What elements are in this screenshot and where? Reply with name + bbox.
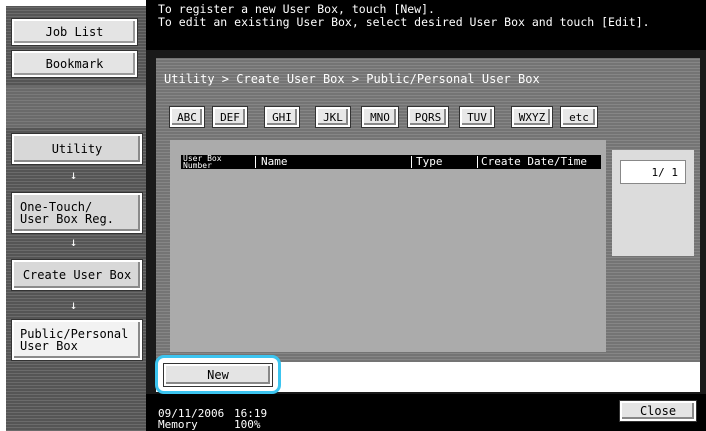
breadcrumb: Utility > Create User Box > Public/Perso… xyxy=(164,72,540,86)
close-button[interactable]: Close xyxy=(619,400,697,422)
nav-path-create-user-box-label: Create User Box xyxy=(22,268,132,282)
tab-jkl[interactable]: JKL xyxy=(315,106,351,128)
down-arrow-icon: ↓ xyxy=(70,298,78,312)
tab-wxyz[interactable]: WXYZ xyxy=(511,106,553,128)
memory-label: Memory xyxy=(158,418,198,431)
tab-ghi[interactable]: GHI xyxy=(264,106,300,128)
copier-screen: Job List Bookmark Utility ↓ One-Touch/ U… xyxy=(0,0,706,431)
nav-path-one-touch-label: One-Touch/ User Box Reg. xyxy=(20,200,114,226)
user-box-list xyxy=(170,140,606,352)
message-line-2: To edit an existing User Box, select des… xyxy=(158,15,650,29)
column-name: Name xyxy=(261,155,288,168)
tab-tuv[interactable]: TUV xyxy=(459,106,495,128)
sidebar-divider xyxy=(6,86,146,128)
nav-path-public-personal[interactable]: Public/Personal User Box xyxy=(11,319,143,361)
page-indicator: 1/ 1 xyxy=(620,160,686,184)
tab-mno[interactable]: MNO xyxy=(361,106,399,128)
nav-path-utility[interactable]: Utility xyxy=(11,133,143,165)
job-list-button[interactable]: Job List xyxy=(11,18,138,46)
column-create-date-time: Create Date/Time xyxy=(481,155,587,168)
new-button[interactable]: New xyxy=(163,363,273,387)
nav-path-utility-label: Utility xyxy=(51,142,103,156)
tab-abc[interactable]: ABC xyxy=(169,106,205,128)
nav-path-public-personal-label: Public/Personal User Box xyxy=(20,327,129,353)
nav-path-one-touch[interactable]: One-Touch/ User Box Reg. xyxy=(11,192,143,234)
down-arrow-icon: ↓ xyxy=(70,235,78,249)
column-user-box-number: User Box Number xyxy=(183,154,222,170)
memory-value: 100% xyxy=(234,418,261,431)
list-header: User Box Number Name Type Create Date/Ti… xyxy=(181,154,601,170)
nav-path-create-user-box[interactable]: Create User Box xyxy=(11,259,143,291)
column-type: Type xyxy=(416,155,443,168)
tab-pqrs[interactable]: PQRS xyxy=(407,106,449,128)
tab-def[interactable]: DEF xyxy=(212,106,248,128)
bookmark-button[interactable]: Bookmark xyxy=(11,50,138,78)
tab-etc[interactable]: etc xyxy=(560,106,598,128)
down-arrow-icon: ↓ xyxy=(70,168,78,182)
instruction-message: To register a new User Box, touch [New].… xyxy=(146,0,706,50)
